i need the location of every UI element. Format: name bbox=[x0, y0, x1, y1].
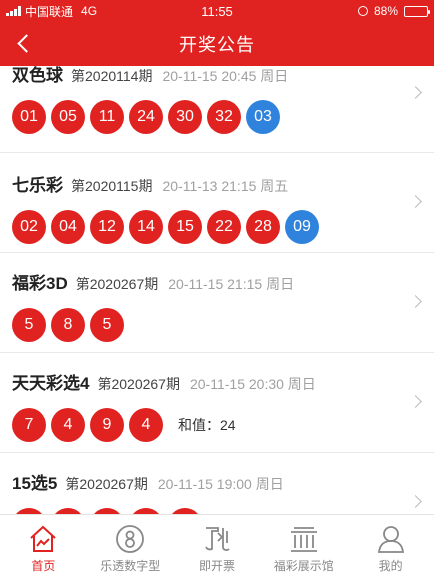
sum-value: 和值：24 bbox=[178, 417, 236, 433]
chevron-right-icon bbox=[409, 195, 422, 208]
lottery-name: 七乐彩 bbox=[12, 176, 63, 195]
red-ball: 05 bbox=[51, 100, 85, 134]
red-ball: 15 bbox=[168, 210, 202, 244]
lottery-issue: 第2020267期 bbox=[75, 276, 159, 292]
ball-row: 585 bbox=[0, 308, 434, 342]
lottery-date: 20-11-15 20:30 周日 bbox=[189, 376, 316, 392]
tab-home[interactable]: 首页 bbox=[0, 515, 87, 579]
lottery-card-ssq[interactable]: 双色球 第2020114期 20-11-15 20:45 周日 01 05 11 24… bbox=[0, 66, 434, 153]
ball-row: 7 4 9 4 和值：24 bbox=[0, 408, 434, 442]
ball-row: 01 05 11 24 30 32 03 bbox=[0, 100, 434, 134]
red-ball: 22 bbox=[207, 210, 241, 244]
lottery-issue: 第2020267期 bbox=[65, 476, 148, 492]
lottery-card-15x5[interactable]: 15选5 第2020267期 20-11-15 19:00 周日 0304070… bbox=[0, 453, 434, 514]
back-chevron-icon[interactable] bbox=[14, 32, 36, 54]
tab-lotto-digital[interactable]: 乐透数字型 bbox=[87, 515, 174, 579]
signal-icon bbox=[6, 6, 21, 16]
red-ball: 02 bbox=[12, 210, 46, 244]
tab-label: 福彩展示馆 bbox=[273, 559, 334, 573]
blue-ball: 03 bbox=[246, 100, 280, 134]
carrier-name: 中国联通 bbox=[25, 4, 74, 19]
home-icon bbox=[30, 525, 57, 552]
lottery-name: 福彩3D bbox=[12, 274, 68, 293]
tab-label: 即开票 bbox=[198, 559, 235, 573]
user-icon bbox=[377, 526, 404, 553]
tab-exhibition-hall[interactable]: 福彩展示馆 bbox=[260, 515, 347, 579]
red-ball: 5 bbox=[12, 308, 46, 342]
tab-mine[interactable]: 我的 bbox=[347, 515, 434, 579]
network-type: 4G bbox=[81, 4, 98, 18]
red-ball: 24 bbox=[129, 100, 163, 134]
lottery-name: 天天彩选4 bbox=[12, 374, 90, 393]
lottery-card-3d[interactable]: 福彩3D 第2020267期 20-11-15 21:15 周日 585 bbox=[0, 253, 434, 353]
page-title: 开奖公告 bbox=[179, 35, 255, 55]
chevron-right-icon bbox=[409, 395, 422, 408]
lottery-date: 20-11-13 21:15 周五 bbox=[162, 178, 289, 194]
lottery-date: 20-11-15 20:45 周日 bbox=[162, 68, 289, 84]
museum-icon bbox=[290, 527, 317, 552]
red-ball: 30 bbox=[168, 100, 202, 134]
red-ball: 32 bbox=[207, 100, 241, 134]
tab-label: 我的 bbox=[378, 559, 403, 573]
lottery-name: 双色球 bbox=[12, 66, 63, 85]
status-bar: 中国联通 4G 11:55 88% bbox=[0, 0, 434, 22]
alarm-icon bbox=[357, 6, 368, 16]
red-ball: 01 bbox=[12, 100, 46, 134]
lottery-name: 15选5 bbox=[12, 474, 58, 493]
lottery-issue: 第2020115期 bbox=[71, 178, 153, 194]
ball-row: 02 04 12 14 15 22 28 09 bbox=[0, 210, 434, 244]
battery-percent: 88% bbox=[373, 4, 398, 18]
tab-bar: 首页 乐透数字型 即开票 福彩展示馆 我的 bbox=[0, 514, 434, 579]
red-ball: 04 bbox=[51, 210, 85, 244]
red-ball: 8 bbox=[51, 308, 85, 342]
chevron-right-icon bbox=[409, 495, 422, 508]
red-ball: 14 bbox=[129, 210, 163, 244]
blue-ball: 09 bbox=[285, 210, 319, 244]
red-ball: 7 bbox=[12, 408, 46, 442]
nav-bar: 开奖公告 bbox=[0, 22, 434, 66]
lottery-issue: 第2020267期 bbox=[97, 376, 180, 392]
red-ball: 9 bbox=[90, 408, 124, 442]
red-ball: 12 bbox=[90, 210, 124, 244]
lottery-card-ttcx4[interactable]: 天天彩选4 第2020267期 20-11-15 20:30 周日 7 4 9 4 和值… bbox=[0, 353, 434, 453]
battery-icon bbox=[404, 5, 430, 17]
tab-label: 乐透数字型 bbox=[100, 559, 161, 573]
tab-instant-ticket[interactable]: 即开票 bbox=[174, 515, 261, 579]
red-ball: 4 bbox=[51, 408, 85, 442]
chevron-right-icon bbox=[409, 86, 422, 99]
status-time: 11:55 bbox=[201, 3, 233, 19]
lottery-issue: 第2020114期 bbox=[71, 68, 153, 84]
chevron-right-icon bbox=[409, 295, 422, 308]
lottery-date: 20-11-15 19:00 周日 bbox=[157, 476, 284, 492]
red-ball: 5 bbox=[90, 308, 124, 342]
lottery-card-qlc[interactable]: 七乐彩 第2020115期 20-11-13 21:15 周五 02 04 12 14… bbox=[0, 153, 434, 253]
red-ball: 11 bbox=[90, 100, 124, 134]
top-bar: 中国联通 4G 11:55 88% 开奖公告 bbox=[0, 0, 434, 66]
circle-eight-icon bbox=[116, 525, 145, 553]
lottery-date: 20-11-15 21:15 周日 bbox=[168, 276, 295, 292]
lottery-list[interactable]: 双色球 第2020114期 20-11-15 20:45 周日 01 05 11 24… bbox=[0, 66, 434, 514]
tab-label: 首页 bbox=[31, 559, 56, 573]
red-ball: 28 bbox=[246, 210, 280, 244]
instant-ticket-icon bbox=[205, 527, 230, 551]
red-ball: 4 bbox=[129, 408, 163, 442]
